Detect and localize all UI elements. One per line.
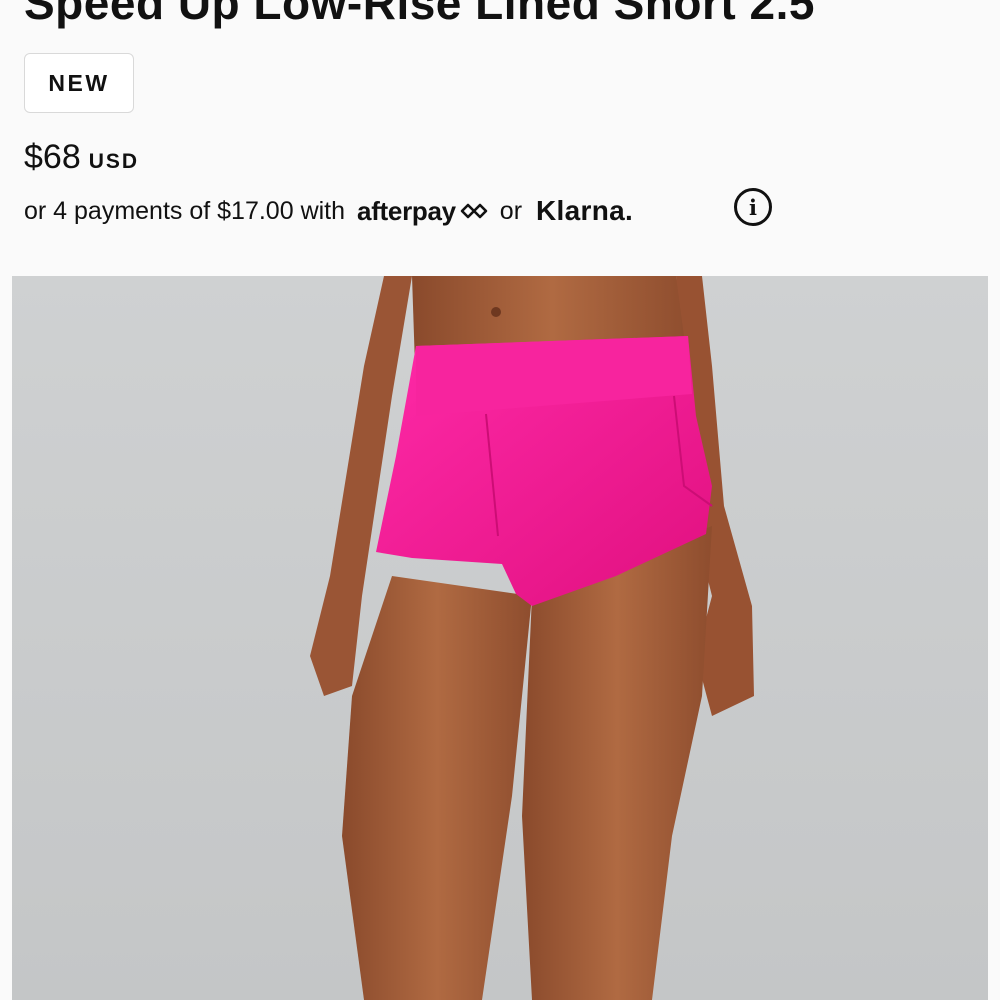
afterpay-label: afterpay [357,195,456,226]
product-title: Speed Up Low-Rise Lined Short 2.5" [24,0,838,29]
klarna-logo: Klarna. [536,195,634,226]
new-badge: NEW [24,53,134,113]
price-currency: USD [88,150,140,173]
price-amount: $68 [24,138,81,176]
afterpay-arrows-icon [460,203,488,219]
installment-or: or [499,196,523,225]
installment-message: or 4 payments of $17.00 with afterpay or… [24,188,784,234]
navel [491,307,501,317]
installment-text: or 4 payments of $17.00 with [24,196,346,225]
product-photo [12,276,988,1000]
product-image[interactable] [12,276,988,1000]
price: $68 USD [24,138,139,177]
afterpay-logo: afterpay [357,196,488,227]
info-icon[interactable]: i [734,188,772,226]
